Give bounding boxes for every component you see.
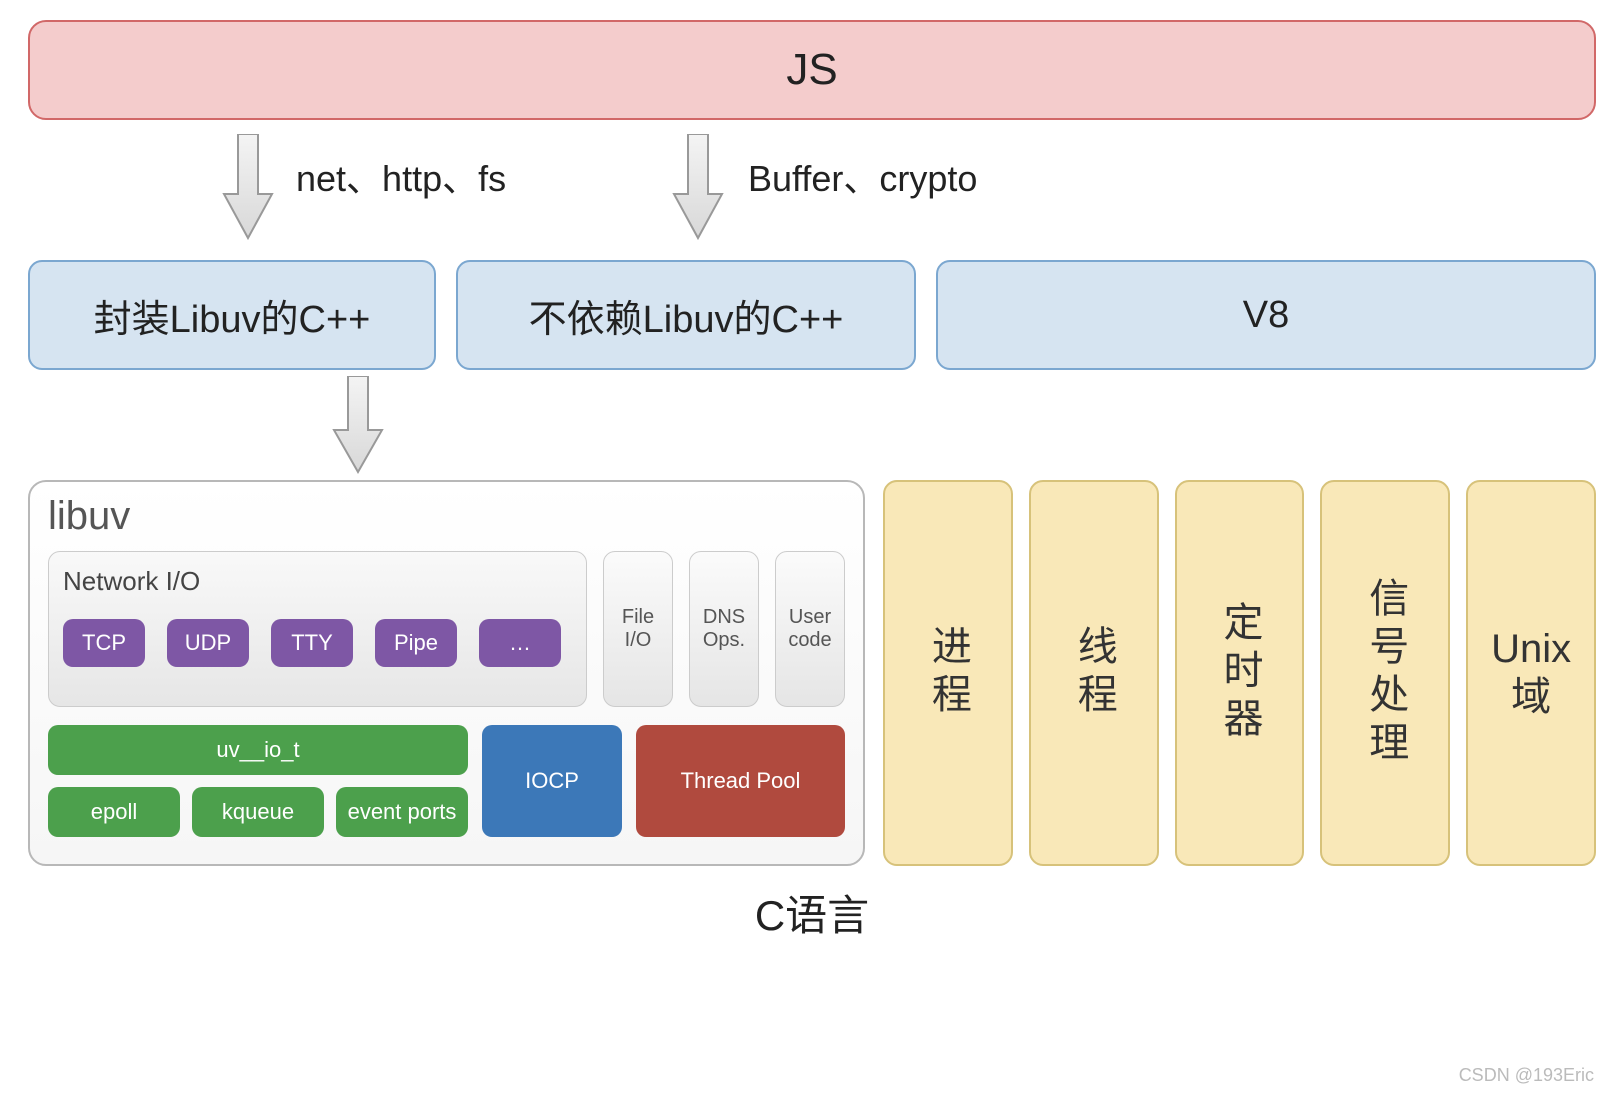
lower-row: libuv Network I/O TCP UDP TTY Pipe … Fil…	[28, 480, 1596, 866]
dns-ops-box: DNS Ops.	[689, 551, 759, 707]
libuv-panel: libuv Network I/O TCP UDP TTY Pipe … Fil…	[28, 480, 865, 866]
libuv-title: libuv	[48, 494, 845, 539]
arrow-row-top: net、http、fs Buffer、crypto	[28, 130, 1596, 250]
bottom-label: C语言	[28, 882, 1596, 943]
proto-udp: UDP	[167, 619, 249, 667]
js-label: JS	[786, 45, 837, 95]
protocol-row: TCP UDP TTY Pipe …	[63, 619, 572, 667]
vcol-process: 进程	[883, 480, 1013, 866]
proto-tty: TTY	[271, 619, 353, 667]
arrow-label-left: net、http、fs	[296, 150, 506, 202]
thread-pool-box: Thread Pool	[636, 725, 845, 837]
event-ports-box: event ports	[336, 787, 468, 837]
js-layer-box: JS	[28, 20, 1596, 120]
proto-tcp: TCP	[63, 619, 145, 667]
user-code-box: User code	[775, 551, 845, 707]
green-column: uv__io_t epoll kqueue event ports	[48, 725, 468, 837]
network-io-title: Network I/O	[63, 566, 572, 597]
iocp-box: IOCP	[482, 725, 622, 837]
vertical-columns: 进程 线程 定时器 信号处理 Unix 域	[883, 480, 1596, 866]
libuv-cpp-label: 封装Libuv的C++	[94, 288, 371, 343]
arrow-label-right: Buffer、crypto	[748, 150, 977, 202]
arrow-down-icon	[328, 376, 388, 476]
vcol-unix-label: Unix 域	[1468, 625, 1594, 721]
libuv-lower-row: uv__io_t epoll kqueue event ports IOCP T…	[48, 725, 845, 837]
arrow-row-middle	[28, 370, 1596, 480]
epoll-box: epoll	[48, 787, 180, 837]
vcol-signal: 信号处理	[1320, 480, 1450, 866]
network-io-box: Network I/O TCP UDP TTY Pipe …	[48, 551, 587, 707]
nonlibuv-cpp-box: 不依赖Libuv的C++	[456, 260, 916, 370]
vcol-thread: 线程	[1029, 480, 1159, 866]
vcol-unix-domain: Unix 域	[1466, 480, 1596, 866]
green-impls-row: epoll kqueue event ports	[48, 787, 468, 837]
nonlibuv-cpp-label: 不依赖Libuv的C++	[529, 288, 844, 343]
v8-box: V8	[936, 260, 1596, 370]
proto-more: …	[479, 619, 561, 667]
watermark: CSDN @193Eric	[1459, 1065, 1594, 1086]
v8-label: V8	[1243, 294, 1289, 337]
uv-io-t-box: uv__io_t	[48, 725, 468, 775]
arrow-down-icon	[668, 134, 728, 242]
arrow-down-icon	[218, 134, 278, 242]
kqueue-box: kqueue	[192, 787, 324, 837]
proto-pipe: Pipe	[375, 619, 457, 667]
vcol-timer: 定时器	[1175, 480, 1305, 866]
libuv-upper-row: Network I/O TCP UDP TTY Pipe … File I/O …	[48, 551, 845, 707]
libuv-cpp-box: 封装Libuv的C++	[28, 260, 436, 370]
file-io-box: File I/O	[603, 551, 673, 707]
middle-row: 封装Libuv的C++ 不依赖Libuv的C++ V8	[28, 260, 1596, 370]
